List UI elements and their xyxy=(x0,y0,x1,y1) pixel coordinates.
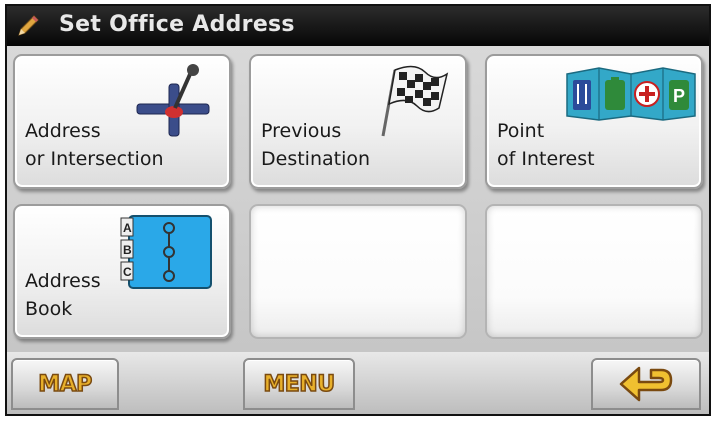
tile-label: Address or Intersection xyxy=(25,117,164,173)
tile-label-line: or Intersection xyxy=(25,148,164,170)
tile-label: Address Book xyxy=(25,267,101,323)
svg-text:P: P xyxy=(673,86,685,106)
svg-text:B: B xyxy=(123,243,132,257)
pencil-icon xyxy=(18,15,39,36)
empty-tile xyxy=(249,204,467,339)
previous-destination-button[interactable]: Previous Destination xyxy=(249,54,467,189)
empty-tile xyxy=(485,204,703,339)
address-book-icon: A B C xyxy=(120,215,212,289)
point-of-interest-button[interactable]: P Point of Interest xyxy=(485,54,703,189)
poi-map-icon: P xyxy=(566,67,696,121)
menu-button[interactable]: MENU xyxy=(243,358,355,410)
tile-label-line: Book xyxy=(25,298,73,320)
tile-label-line: Address xyxy=(25,120,101,142)
checkered-flag-icon xyxy=(381,65,449,137)
tile-label: Previous Destination xyxy=(261,117,370,173)
address-book-button[interactable]: A B C Address Book xyxy=(13,204,231,339)
menu-button-label: MENU xyxy=(263,371,336,398)
back-arrow-icon xyxy=(619,366,673,402)
tile-label-line: Previous xyxy=(261,120,342,142)
tile-label: Point of Interest xyxy=(497,117,595,173)
tile-label-line: of Interest xyxy=(497,148,595,170)
option-grid: Address or Intersection Previous Destina… xyxy=(7,46,709,352)
map-button[interactable]: MAP xyxy=(11,358,119,410)
map-button-label: MAP xyxy=(37,371,93,398)
back-button[interactable] xyxy=(591,358,701,410)
page-title: Set Office Address xyxy=(59,12,295,37)
address-or-intersection-button[interactable]: Address or Intersection xyxy=(13,54,231,189)
svg-text:A: A xyxy=(123,221,132,235)
tile-label-line: Destination xyxy=(261,148,371,170)
title-bar: Set Office Address xyxy=(7,6,709,46)
tile-label-line: Address xyxy=(25,270,101,292)
nav-screen: Set Office Address Address or Intersecti… xyxy=(5,4,711,416)
svg-text:C: C xyxy=(123,265,132,279)
bottom-toolbar: MAP MENU xyxy=(7,352,709,414)
device-frame: Set Office Address Address or Intersecti… xyxy=(0,0,717,421)
tile-label-line: Point xyxy=(497,120,545,142)
